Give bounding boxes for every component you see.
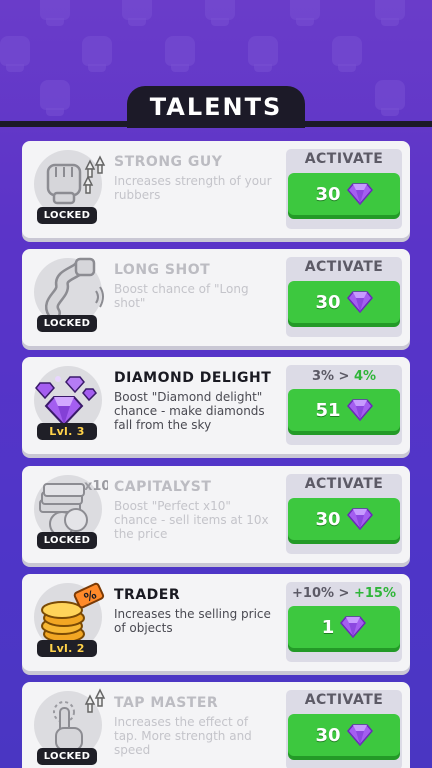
talent-name: CAPITALYST (114, 479, 212, 495)
level-badge: Lvl. 2 (37, 640, 97, 657)
activate-label: ACTIVATE (304, 692, 384, 708)
talent-description: Increases the selling price of objects (114, 607, 271, 635)
current-value: 3% (311, 369, 335, 384)
title-tab: TALENTS (127, 86, 305, 128)
talent-name: LONG SHOT (114, 262, 211, 278)
fist-pattern-icon (375, 0, 405, 26)
activate-button[interactable]: 30 (288, 173, 400, 215)
activate-button[interactable]: 30 (288, 281, 400, 323)
fist-pattern-icon (40, 0, 70, 26)
locked-badge: LOCKED (37, 532, 97, 549)
arrow: > (338, 586, 350, 601)
upgrade-stat-label: +10% > +15% (286, 586, 402, 601)
talent-description: Boost "Diamond delight" chance - make di… (114, 390, 265, 432)
gem-icon (346, 183, 373, 205)
next-value: 4% (353, 369, 377, 384)
talent-name: TRADER (114, 587, 181, 603)
talent-action-panel: ACTIVATE 30 (286, 257, 402, 337)
talent-description: Increases strength of your rubbers (114, 174, 272, 202)
talent-description: Boost "Perfect x10" chance - sell items … (114, 499, 269, 541)
fist-pattern-icon (0, 36, 30, 72)
activate-button[interactable]: 30 (288, 714, 400, 756)
talent-action-panel: ACTIVATE 30 (286, 474, 402, 554)
page-title: TALENTS (149, 93, 283, 121)
gem-icon (340, 616, 367, 638)
gem-icon (346, 508, 373, 530)
gem-cost: 51 (315, 399, 341, 421)
locked-badge: LOCKED (37, 315, 97, 332)
activate-label: ACTIVATE (304, 259, 384, 275)
talent-description: Increases the effect of tap. More streng… (114, 715, 252, 757)
fist-pattern-icon (248, 36, 278, 72)
talent-action-panel: 3% > 4% 51 (286, 365, 402, 445)
activate-label: ACTIVATE (304, 151, 384, 167)
gem-cost: 1 (321, 616, 335, 638)
talent-description: Boost chance of "Long shot" (114, 282, 249, 310)
gem-cost: 30 (315, 724, 341, 746)
fist-pattern-icon (82, 36, 112, 72)
current-value: +10% (292, 586, 335, 601)
gem-icon (346, 291, 373, 313)
talent-card-strong-guy: LOCKED STRONG GUY Increases strength of … (22, 141, 410, 238)
talent-card-tap-master: LOCKED TAP MASTER Increases the effect o… (22, 682, 410, 768)
upgrade-stat-label: 3% > 4% (286, 369, 402, 384)
level-badge: Lvl. 3 (37, 423, 97, 440)
talent-name: DIAMOND DELIGHT (114, 370, 272, 386)
talent-name: TAP MASTER (114, 695, 219, 711)
upgrade-button[interactable]: 1 (288, 606, 400, 648)
gem-icon (346, 724, 373, 746)
next-value: +15% (353, 586, 396, 601)
gem-cost: 30 (315, 291, 341, 313)
x10-label: x10 (84, 479, 108, 494)
gem-cost: 30 (315, 508, 341, 530)
fist-pattern-icon (122, 0, 152, 26)
talent-name: STRONG GUY (114, 154, 223, 170)
fist-pattern-icon (290, 0, 320, 26)
fist-pattern-icon (375, 80, 405, 116)
upgrade-button[interactable]: 51 (288, 389, 400, 431)
arrow: > (338, 369, 350, 384)
fist-pattern-icon (165, 36, 195, 72)
activate-label: ACTIVATE (304, 476, 384, 492)
talent-card-capitalyst: x10 LOCKED CAPITALYST Boost "Perfect x10… (22, 466, 410, 563)
fist-pattern-icon (40, 80, 70, 116)
gem-icon (346, 399, 373, 421)
locked-badge: LOCKED (37, 748, 97, 765)
fist-pattern-icon (205, 0, 235, 26)
activate-button[interactable]: 30 (288, 498, 400, 540)
talent-action-panel: ACTIVATE 30 (286, 690, 402, 768)
talent-card-diamond-delight: Lvl. 3 DIAMOND DELIGHT Boost "Diamond de… (22, 357, 410, 454)
locked-badge: LOCKED (37, 207, 97, 224)
talent-action-panel: ACTIVATE 30 (286, 149, 402, 229)
talent-action-panel: +10% > +15% 1 (286, 582, 402, 662)
talent-card-long-shot: LOCKED LONG SHOT Boost chance of "Long s… (22, 249, 410, 346)
fist-pattern-icon (332, 36, 362, 72)
gem-cost: 30 (315, 183, 341, 205)
talent-card-trader: % Lvl. 2 TRADER Increases the selling pr… (22, 574, 410, 671)
